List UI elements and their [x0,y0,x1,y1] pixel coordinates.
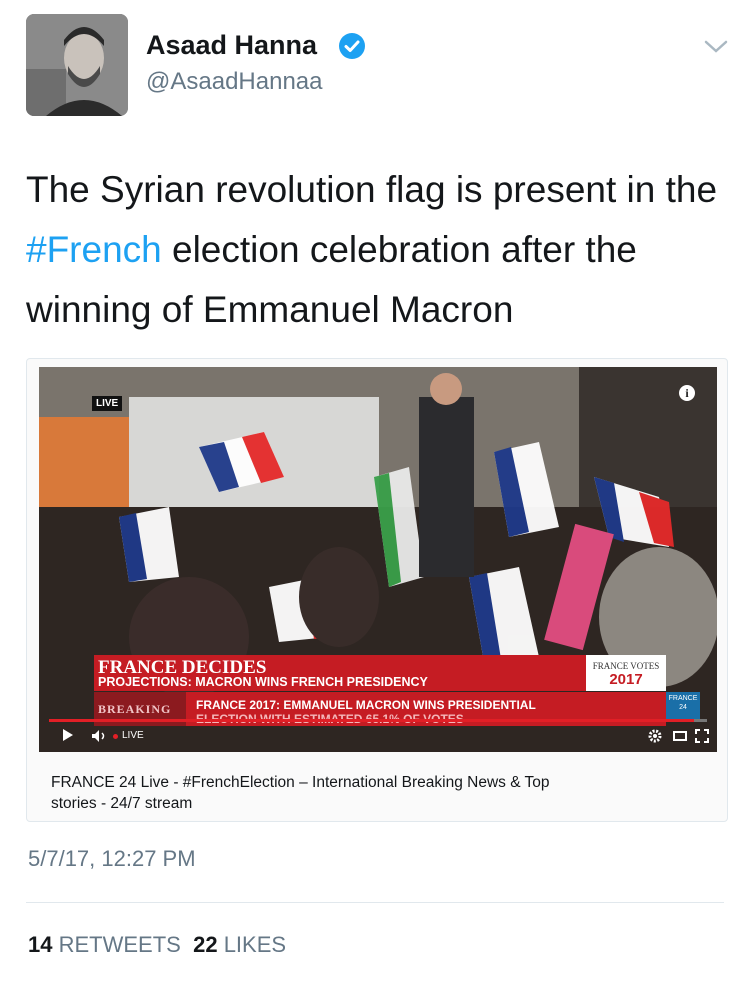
retweets-label[interactable]: RETWEETS [59,932,181,957]
france-votes-badge: FRANCE VOTES 2017 [586,655,666,691]
fullscreen-icon[interactable] [695,729,709,743]
france-votes-label: FRANCE VOTES [592,661,660,671]
settings-icon[interactable] [647,728,663,744]
tweet-stats: 14 RETWEETS 22 LIKES [28,932,286,958]
display-name[interactable]: Asaad Hanna [146,30,317,61]
video-player[interactable]: LIVE i FRANCE DECIDES PROJECTIONS: MACRO… [39,367,717,752]
france24-logo: FRANCE 24 [666,692,700,722]
video-controls: LIVE [39,719,717,752]
play-icon[interactable] [63,729,73,741]
card-caption[interactable]: FRANCE 24 Live - #FrenchElection – Inter… [51,772,551,814]
france-votes-year: 2017 [609,671,643,688]
avatar[interactable] [26,14,128,116]
headline-subtitle: PROJECTIONS: MACRON WINS FRENCH PRESIDEN… [98,675,428,689]
live-dot-icon [113,734,118,739]
live-label: LIVE [122,730,144,741]
chevron-down-icon[interactable] [703,36,729,56]
miniplayer-icon[interactable] [673,731,687,741]
likes-label[interactable]: LIKES [224,932,286,957]
breaking-label: BREAKING [98,702,172,716]
media-card[interactable]: LIVE i FRANCE DECIDES PROJECTIONS: MACRO… [26,358,728,822]
divider [26,902,724,903]
tweet-text-before: The Syrian revolution flag is present in… [26,169,718,210]
live-tag: LIVE [92,396,123,411]
info-icon[interactable]: i [679,385,695,401]
likes-count[interactable]: 22 [193,932,217,957]
retweets-count[interactable]: 14 [28,932,52,957]
volume-icon[interactable] [91,729,107,743]
progress-fill [49,719,694,722]
hashtag-link[interactable]: #French [26,229,162,270]
verified-badge-icon [339,33,365,59]
progress-bar[interactable] [49,719,707,722]
tweet-text: The Syrian revolution flag is present in… [26,160,726,340]
headline-bar: FRANCE DECIDES PROJECTIONS: MACRON WINS … [94,655,586,691]
user-handle[interactable]: @AsaadHannaa [146,68,322,96]
ticker-line-1: FRANCE 2017: EMMANUEL MACRON WINS PRESID… [196,698,536,712]
tweet-timestamp[interactable]: 5/7/17, 12:27 PM [28,846,196,872]
